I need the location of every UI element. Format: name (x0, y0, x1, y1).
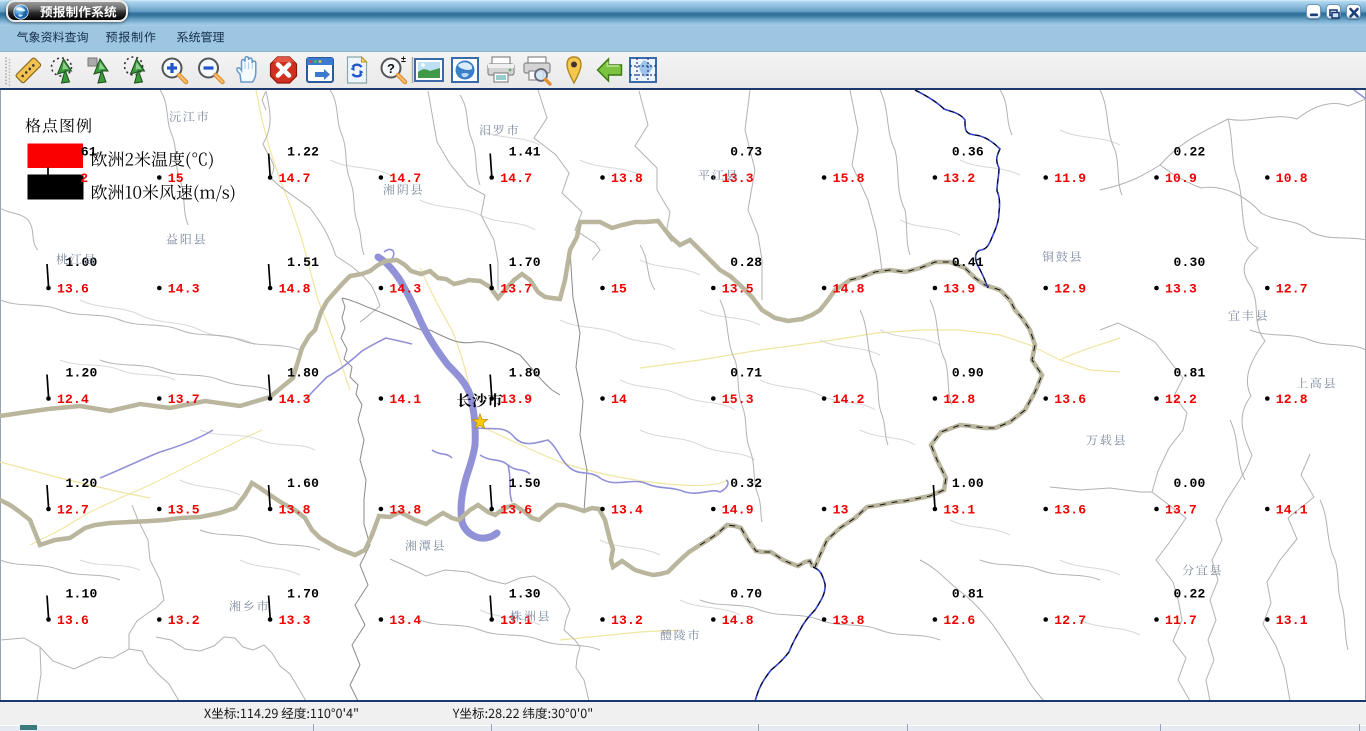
svg-text:14.1: 14.1 (1276, 503, 1308, 518)
svg-text:2: 2 (80, 171, 88, 186)
svg-text:0.32: 0.32 (730, 476, 762, 491)
svg-text:1.20: 1.20 (66, 366, 98, 381)
svg-text:1.30: 1.30 (509, 587, 541, 602)
svg-text:1.00: 1.00 (952, 476, 984, 491)
svg-text:14.3: 14.3 (279, 392, 311, 407)
svg-text:0.81: 0.81 (952, 587, 984, 602)
svg-text:12.7: 12.7 (57, 503, 89, 518)
svg-text:0.90: 0.90 (952, 366, 984, 381)
svg-text:1.70: 1.70 (509, 255, 541, 270)
svg-text:13.4: 13.4 (389, 613, 421, 628)
svg-text:13.6: 13.6 (1054, 503, 1086, 518)
svg-text:1.10: 1.10 (66, 587, 98, 602)
svg-text:13.9: 13.9 (943, 282, 975, 297)
svg-text:0.22: 0.22 (1174, 587, 1206, 602)
svg-text:13.8: 13.8 (611, 171, 643, 186)
svg-text:14: 14 (611, 392, 627, 407)
svg-text:0.36: 0.36 (952, 145, 984, 160)
svg-text:13.3: 13.3 (279, 613, 311, 628)
svg-text:14.7: 14.7 (279, 171, 311, 186)
svg-text:13.6: 13.6 (57, 282, 89, 297)
svg-text:0.71: 0.71 (730, 366, 762, 381)
svg-text:13.6: 13.6 (1054, 392, 1086, 407)
svg-text:12.6: 12.6 (943, 613, 975, 628)
svg-text:14.3: 14.3 (389, 282, 421, 297)
svg-text:13.7: 13.7 (168, 392, 200, 407)
svg-text:12.8: 12.8 (943, 392, 975, 407)
svg-text:11.9: 11.9 (1054, 171, 1086, 186)
svg-text:1.50: 1.50 (509, 476, 541, 491)
svg-text:14.9: 14.9 (722, 503, 754, 518)
svg-text:12.8: 12.8 (1276, 392, 1308, 407)
svg-text:13.4: 13.4 (611, 503, 643, 518)
svg-text:13.9: 13.9 (500, 392, 532, 407)
svg-text:14.2: 14.2 (833, 392, 865, 407)
svg-text:13.5: 13.5 (722, 282, 754, 297)
svg-text:13.2: 13.2 (611, 613, 643, 628)
svg-text:0.22: 0.22 (1174, 145, 1206, 160)
svg-text:10.9: 10.9 (1165, 171, 1197, 186)
svg-text:0.30: 0.30 (1174, 255, 1206, 270)
svg-text:13.6: 13.6 (57, 613, 89, 628)
svg-text:1.70: 1.70 (287, 587, 319, 602)
svg-text:1.20: 1.20 (66, 476, 98, 491)
svg-text:13.7: 13.7 (1165, 503, 1197, 518)
svg-text:14.3: 14.3 (168, 282, 200, 297)
svg-text:13.8: 13.8 (389, 503, 421, 518)
svg-text:1.80: 1.80 (287, 366, 319, 381)
svg-text:13.6: 13.6 (500, 503, 532, 518)
svg-text:12.9: 12.9 (1054, 282, 1086, 297)
svg-text:1.51: 1.51 (287, 255, 319, 270)
svg-text:13.1: 13.1 (943, 503, 975, 518)
svg-text:13: 13 (833, 503, 849, 518)
svg-text:13.1: 13.1 (1276, 613, 1308, 628)
svg-text:12.4: 12.4 (57, 392, 89, 407)
svg-text:15.3: 15.3 (722, 392, 754, 407)
svg-text:12.7: 12.7 (1054, 613, 1086, 628)
svg-text:0.28: 0.28 (730, 255, 762, 270)
svg-text:13.3: 13.3 (722, 171, 754, 186)
svg-text:13.8: 13.8 (279, 503, 311, 518)
svg-text:13.7: 13.7 (500, 282, 532, 297)
svg-text:0.70: 0.70 (730, 587, 762, 602)
svg-text:1.60: 1.60 (287, 476, 319, 491)
svg-text:13.3: 13.3 (1165, 282, 1197, 297)
svg-text:0.81: 0.81 (1174, 366, 1206, 381)
svg-text:13.8: 13.8 (833, 613, 865, 628)
svg-text:14.7: 14.7 (500, 171, 532, 186)
svg-text:14.8: 14.8 (722, 613, 754, 628)
svg-text:1.41: 1.41 (509, 145, 541, 160)
svg-text:0.00: 0.00 (1174, 476, 1206, 491)
svg-text:13.2: 13.2 (943, 171, 975, 186)
svg-text:0.73: 0.73 (730, 145, 762, 160)
svg-text:10.8: 10.8 (1276, 171, 1308, 186)
svg-text:14.8: 14.8 (833, 282, 865, 297)
svg-text:12.2: 12.2 (1165, 392, 1197, 407)
svg-text:14.7: 14.7 (389, 171, 421, 186)
svg-text:12.7: 12.7 (1276, 282, 1308, 297)
svg-text:1.22: 1.22 (287, 145, 319, 160)
svg-text:15: 15 (611, 282, 627, 297)
svg-text:15.8: 15.8 (833, 171, 865, 186)
svg-text:14.1: 14.1 (389, 392, 421, 407)
svg-text:13.2: 13.2 (168, 613, 200, 628)
svg-text:±: ± (401, 54, 406, 64)
svg-text:1.80: 1.80 (509, 366, 541, 381)
svg-text:13.5: 13.5 (168, 503, 200, 518)
svg-text:11.7: 11.7 (1165, 613, 1197, 628)
svg-text:14.8: 14.8 (279, 282, 311, 297)
svg-text:0.41: 0.41 (952, 255, 984, 270)
svg-text:?: ? (387, 61, 395, 76)
svg-text:15: 15 (168, 171, 184, 186)
